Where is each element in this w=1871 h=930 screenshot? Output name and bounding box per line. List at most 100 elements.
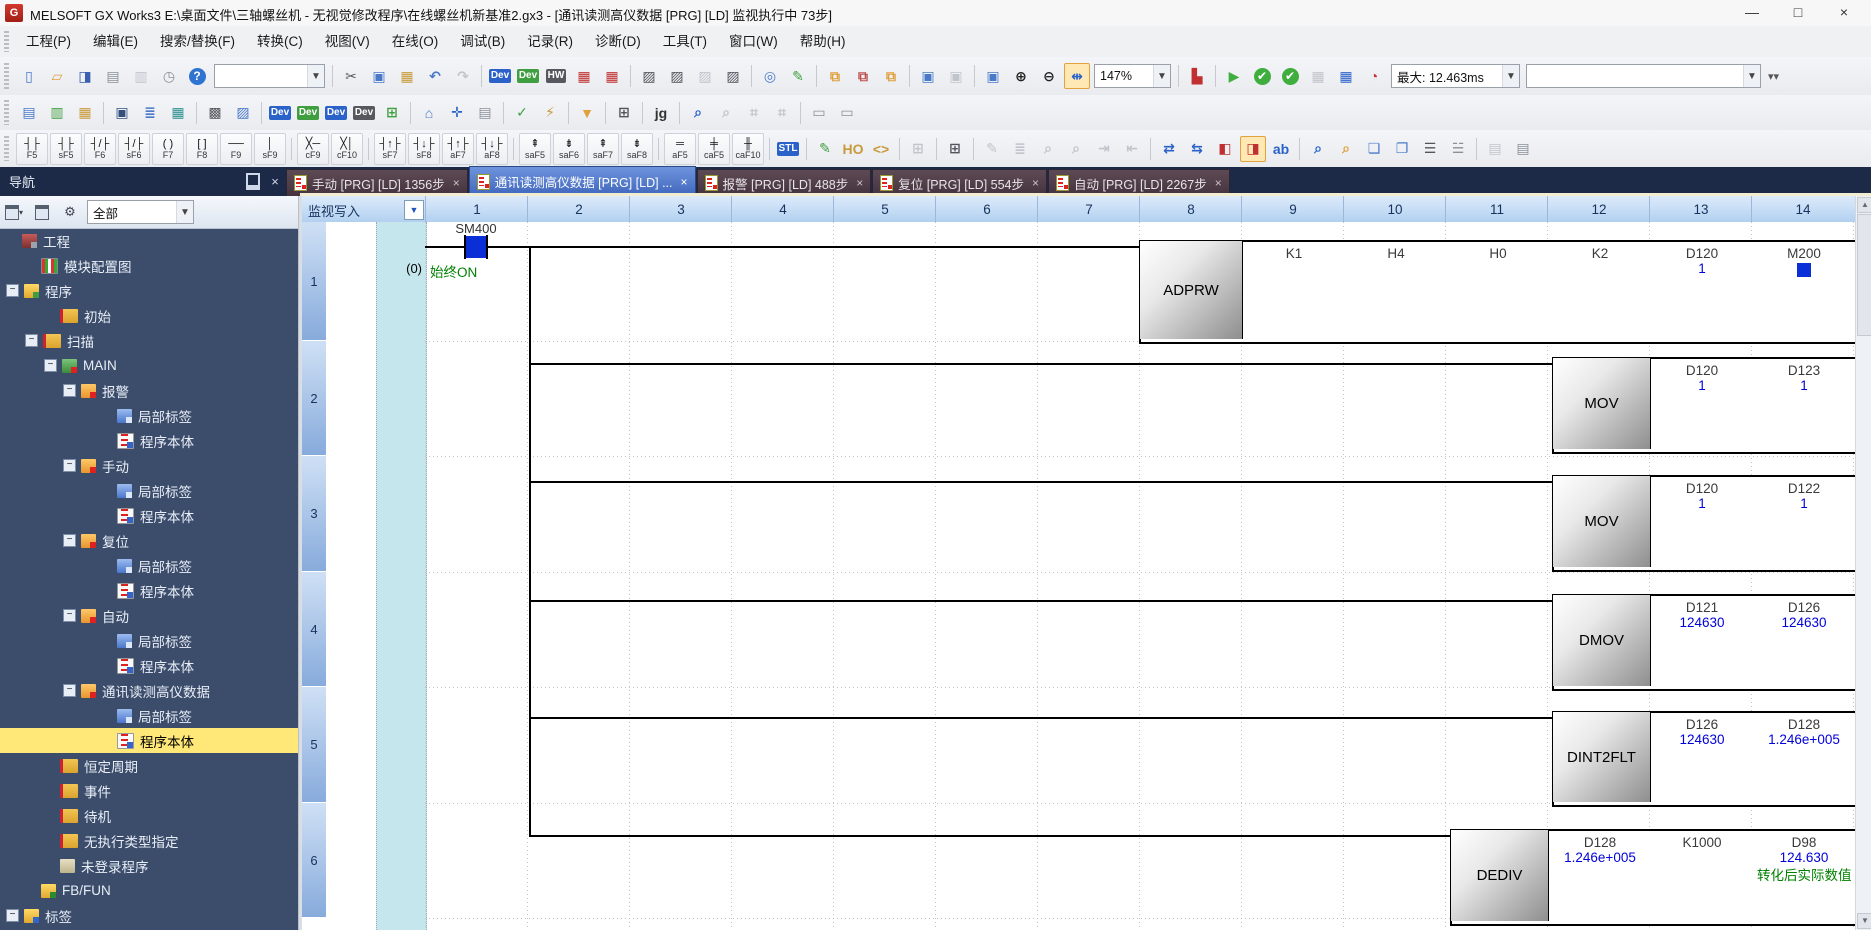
tree-expander-icon[interactable]: −	[63, 534, 76, 547]
quick-find-combo[interactable]: ▼	[214, 64, 325, 88]
check-parameter-icon[interactable]: ✔	[1277, 63, 1303, 89]
maximize-button[interactable]: □	[1775, 0, 1821, 25]
tree-item-未登录程序[interactable]: 未登录程序	[0, 853, 298, 878]
tree-item-程序本体[interactable]: 程序本体	[0, 428, 298, 453]
pulse-close-branch-icon[interactable]: ⇟saF8	[621, 133, 653, 165]
tree-expander-icon[interactable]: −	[6, 284, 19, 297]
copy-icon[interactable]: ▣	[366, 63, 392, 89]
falling-branch-icon[interactable]: ┤↓├aF8	[476, 133, 508, 165]
ab-comment-icon[interactable]: ab	[1268, 136, 1294, 162]
doc-edge2-icon[interactable]: ▤	[1510, 136, 1536, 162]
tree-item-复位[interactable]: −复位	[0, 528, 298, 553]
find-contact-icon[interactable]: ⌗	[741, 100, 767, 126]
tree-item-程序本体[interactable]: 程序本体	[0, 578, 298, 603]
sampling-icon[interactable]: ▭	[806, 100, 832, 126]
instruction-box-MOV[interactable]: MOVD1201D1221	[1552, 475, 1857, 572]
wire-route1-icon[interactable]: ⇄	[1156, 136, 1182, 162]
zoom-fit-icon[interactable]: ⇹	[1064, 63, 1090, 89]
block-select-icon[interactable]: ◨	[1240, 136, 1266, 162]
instruction-box-ADPRW[interactable]: ADPRWK1H4H0K2D1201M200	[1139, 240, 1857, 344]
menu-item-4[interactable]: 转换(C)	[246, 27, 314, 57]
menu-item-10[interactable]: 工具(T)	[652, 27, 718, 57]
tab-close-icon[interactable]: ×	[1032, 176, 1039, 190]
monitor-target-combo[interactable]: ▼	[1526, 64, 1761, 88]
print-preview-icon[interactable]: ▥	[128, 63, 154, 89]
closed-branch-icon[interactable]: ┤/├sF6	[118, 133, 150, 165]
stl-icon[interactable]: STL	[775, 136, 801, 162]
search-color-icon[interactable]: ⌕	[1333, 136, 1359, 162]
settings-gear-icon[interactable]: ⚙	[59, 201, 81, 223]
run-icon[interactable]: ▶	[1221, 63, 1247, 89]
delete-hline-icon[interactable]: ╳─cF9	[297, 133, 329, 165]
tree-expander-icon[interactable]: −	[63, 609, 76, 622]
datalogging-icon[interactable]: ▨	[230, 100, 256, 126]
cross-ref-icon[interactable]: ✛	[444, 100, 470, 126]
tree-item-局部标签[interactable]: 局部标签	[0, 553, 298, 578]
revision-history-icon[interactable]: ◷	[156, 63, 182, 89]
menu-item-1[interactable]: 工程(P)	[15, 27, 82, 57]
screen-blue-icon[interactable]: ▣	[915, 63, 941, 89]
closed-contact-icon[interactable]: ┤/├F6	[84, 133, 116, 165]
find-coil-icon[interactable]: ⌗	[769, 100, 795, 126]
statement-icon[interactable]: ⧉	[822, 63, 848, 89]
tab-close-icon[interactable]: ×	[856, 176, 863, 190]
scroll-thumb[interactable]	[1857, 214, 1871, 336]
tree-item-局部标签[interactable]: 局部标签	[0, 403, 298, 428]
device-monitor2-icon[interactable]: ▨	[664, 63, 690, 89]
block-red-icon[interactable]: ◧	[1212, 136, 1238, 162]
tree-item-MAIN[interactable]: −MAIN	[0, 353, 298, 378]
intelligent-func-icon[interactable]: ⊞	[611, 100, 637, 126]
coil-ho-icon[interactable]: HO	[840, 136, 866, 162]
device-del-icon[interactable]: Dev	[351, 100, 377, 126]
zoom-out-icon[interactable]: ⊖	[1036, 63, 1062, 89]
tree-item-通讯读测高仪数据[interactable]: −通讯读测高仪数据	[0, 678, 298, 703]
module-config-icon[interactable]: ▦	[72, 100, 98, 126]
branch-icon[interactable]: <>	[868, 136, 894, 162]
pulse-open-branch-icon[interactable]: ⇞saF7	[587, 133, 619, 165]
list-gray-icon[interactable]: ≣	[1007, 136, 1033, 162]
redo-icon[interactable]: ↷	[450, 63, 476, 89]
find-instruction-icon[interactable]: ⌕	[713, 100, 739, 126]
close-button[interactable]: ×	[1821, 0, 1867, 25]
menu-item-6[interactable]: 在线(O)	[381, 27, 450, 57]
paste-icon[interactable]: ▦	[394, 63, 420, 89]
tree-display-icon[interactable]: ▾	[3, 201, 25, 223]
menu-item-11[interactable]: 窗口(W)	[718, 27, 789, 57]
hw-diagnostics-icon[interactable]: HW	[543, 63, 569, 89]
invert-operation-icon[interactable]: ╫caF10	[732, 133, 764, 165]
tree-item-局部标签[interactable]: 局部标签	[0, 628, 298, 653]
vertical-scrollbar[interactable]: ▲ ▼	[1855, 196, 1871, 930]
toolbar-overflow-icon[interactable]: ▾▾	[1768, 70, 1779, 83]
pulse-close-icon[interactable]: ⇟saF6	[553, 133, 585, 165]
print-icon[interactable]: ▤	[100, 63, 126, 89]
new-project-icon[interactable]: ▯	[16, 63, 42, 89]
tab-2[interactable]: 通讯读测高仪数据 [PRG] [LD] ...×	[469, 166, 696, 196]
open-branch-icon[interactable]: ┤├sF5	[50, 133, 82, 165]
tree-item-事件[interactable]: 事件	[0, 778, 298, 803]
program-editor-icon[interactable]: ▣	[109, 100, 135, 126]
device-new-icon[interactable]: Dev	[267, 100, 293, 126]
search-gray1-icon[interactable]: ⌕	[1035, 136, 1061, 162]
watch-window-icon[interactable]: ▦	[165, 100, 191, 126]
insert-column-icon[interactable]: ⊞	[942, 136, 968, 162]
menu-item-2[interactable]: 编辑(E)	[82, 27, 149, 57]
module-set-icon[interactable]: ▦	[1333, 63, 1359, 89]
tree-item-扫描[interactable]: −扫描	[0, 328, 298, 353]
check-program-icon[interactable]: ✔	[1249, 63, 1275, 89]
tree-item-程序[interactable]: −程序	[0, 278, 298, 303]
close-panel-icon[interactable]: ×	[264, 172, 286, 192]
module-red2-icon[interactable]: ▦	[599, 63, 625, 89]
tree-item-工程[interactable]: 工程	[0, 228, 298, 253]
scroll-down-icon[interactable]: ▼	[1857, 913, 1871, 929]
tree-item-待机[interactable]: 待机	[0, 803, 298, 828]
menu-item-9[interactable]: 诊断(D)	[584, 27, 652, 57]
label-jg-icon[interactable]: jg	[648, 100, 674, 126]
doc-edge1-icon[interactable]: ▤	[1482, 136, 1508, 162]
tree-filter-combo[interactable]: 全部 ▼	[87, 200, 194, 224]
tree-item-程序本体[interactable]: 程序本体	[0, 503, 298, 528]
vertical-line-icon[interactable]: │sF9	[254, 133, 286, 165]
tree-expander-icon[interactable]: −	[6, 909, 19, 922]
wire-route2-icon[interactable]: ⇆	[1184, 136, 1210, 162]
application-instruction-icon[interactable]: [ ]F8	[186, 133, 218, 165]
menu-item-12[interactable]: 帮助(H)	[789, 27, 857, 57]
